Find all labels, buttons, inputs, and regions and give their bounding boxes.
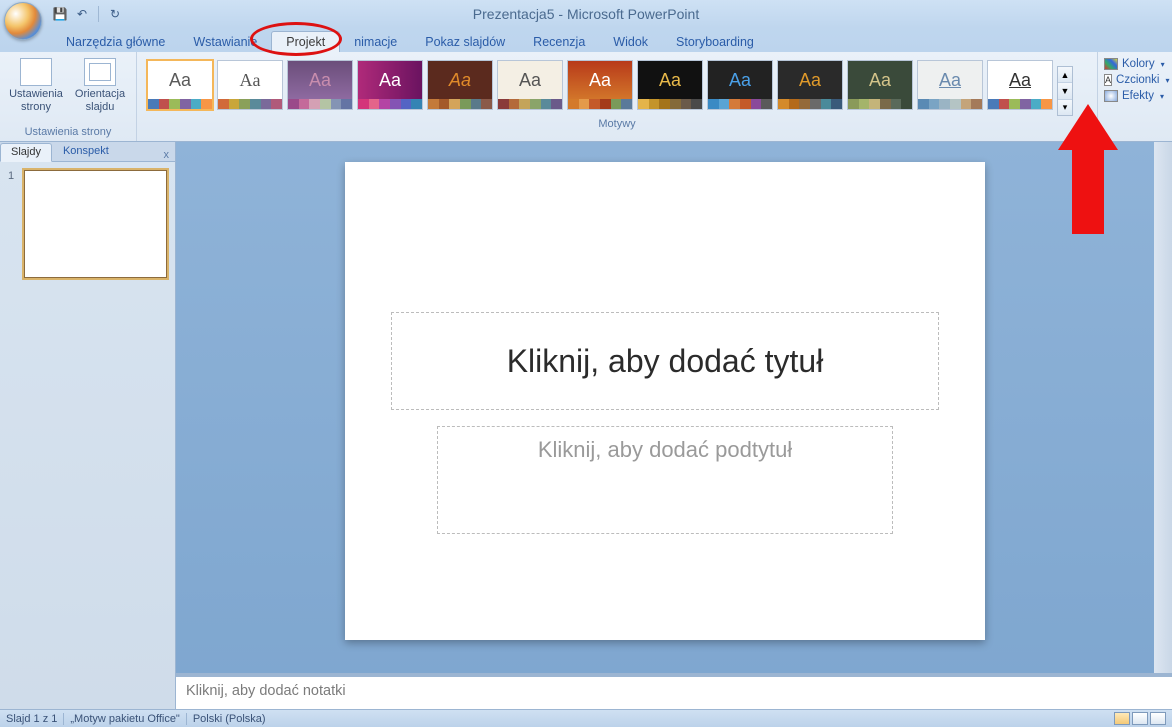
theme-item[interactable]: Aa bbox=[777, 60, 843, 110]
editor-area: Kliknij, aby dodać tytuł Kliknij, aby do… bbox=[176, 142, 1172, 709]
orientation-icon bbox=[84, 58, 116, 86]
view-sorter-button[interactable] bbox=[1132, 712, 1148, 725]
notes-pane[interactable]: Kliknij, aby dodać notatki bbox=[176, 673, 1172, 709]
theme-item[interactable]: Aa bbox=[357, 60, 423, 110]
group-themes: Aa Aa Aa Aa Aa Aa Aa Aa Aa Aa Aa Aa Aa ▲… bbox=[137, 52, 1098, 141]
colors-icon bbox=[1104, 58, 1118, 70]
thumbnail-number: 1 bbox=[8, 170, 18, 278]
vertical-scrollbar[interactable] bbox=[1154, 142, 1172, 673]
theme-sample-text: Aa bbox=[428, 61, 492, 99]
page-setup-button[interactable]: Ustawienia strony bbox=[6, 54, 66, 113]
save-icon[interactable]: 💾 bbox=[52, 6, 68, 22]
gallery-row-up-icon[interactable]: ▲ bbox=[1058, 67, 1072, 83]
colors-button[interactable]: Kolory ▾ bbox=[1104, 58, 1168, 70]
theme-item[interactable]: Aa bbox=[707, 60, 773, 110]
theme-item[interactable]: Aa bbox=[637, 60, 703, 110]
slides-panel-tabs: Slajdy Konspekt x bbox=[0, 142, 175, 162]
thumbnails-list: 1 bbox=[0, 162, 175, 709]
gallery-more-icon[interactable]: ▾ bbox=[1058, 100, 1072, 115]
status-language[interactable]: Polski (Polska) bbox=[193, 713, 266, 725]
theme-sample-text: Aa bbox=[358, 61, 422, 99]
fonts-button[interactable]: A Czcionki ▾ bbox=[1104, 74, 1168, 86]
ribbon-tabs: Narzędzia główne Wstawianie Projekt nima… bbox=[0, 28, 1172, 52]
status-slide-count: Slajd 1 z 1 bbox=[6, 713, 57, 725]
quick-access-toolbar: 💾 ↶ ↻ bbox=[52, 6, 123, 22]
chevron-down-icon: ▾ bbox=[1161, 60, 1165, 69]
view-normal-button[interactable] bbox=[1114, 712, 1130, 725]
effects-button[interactable]: Efekty ▾ bbox=[1104, 90, 1168, 102]
status-separator bbox=[63, 713, 64, 725]
qat-separator bbox=[98, 6, 99, 22]
subtitle-placeholder[interactable]: Kliknij, aby dodać podtytuł bbox=[437, 426, 893, 534]
theme-sample-text: Aa bbox=[498, 61, 562, 99]
theme-sample-text: Aa bbox=[778, 61, 842, 99]
theme-sample-text: Aa bbox=[288, 61, 352, 99]
theme-sample-text: Aa bbox=[988, 61, 1052, 99]
group-page-setup-label: Ustawienia strony bbox=[6, 124, 130, 141]
theme-item[interactable]: Aa bbox=[847, 60, 913, 110]
group-theme-variants: Kolory▾ ACzcionki▾ Efekty▾ bbox=[1098, 52, 1172, 141]
status-separator bbox=[186, 713, 187, 725]
tab-animations[interactable]: nimacje bbox=[340, 32, 411, 52]
title-placeholder[interactable]: Kliknij, aby dodać tytuł bbox=[391, 312, 939, 410]
chevron-down-icon: ▾ bbox=[1160, 92, 1164, 101]
tab-insert[interactable]: Wstawianie bbox=[179, 32, 271, 52]
colors-label: Kolory bbox=[1122, 58, 1155, 70]
undo-icon[interactable]: ↶ bbox=[74, 6, 90, 22]
page-setup-label: Ustawienia strony bbox=[6, 88, 66, 113]
theme-sample-text: Aa bbox=[638, 61, 702, 99]
thumbnail-item[interactable]: 1 bbox=[8, 170, 167, 278]
fonts-label: Czcionki bbox=[1116, 74, 1159, 86]
themes-gallery: Aa Aa Aa Aa Aa Aa Aa Aa Aa Aa Aa Aa Aa ▲… bbox=[143, 54, 1091, 116]
workspace: Slajdy Konspekt x 1 Kliknij, aby dodać t… bbox=[0, 142, 1172, 709]
tab-outline[interactable]: Konspekt bbox=[52, 142, 120, 161]
title-bar: 💾 ↶ ↻ Prezentacja5 - Microsoft PowerPoin… bbox=[0, 0, 1172, 28]
theme-item[interactable]: Aa bbox=[987, 60, 1053, 110]
chevron-down-icon: ▾ bbox=[1165, 76, 1169, 85]
tab-slides-thumbnails[interactable]: Slajdy bbox=[0, 143, 52, 162]
theme-item[interactable]: Aa bbox=[497, 60, 563, 110]
slide-canvas-area[interactable]: Kliknij, aby dodać tytuł Kliknij, aby do… bbox=[176, 142, 1154, 673]
thumbnail-preview[interactable] bbox=[24, 170, 167, 278]
gallery-row-down-icon[interactable]: ▼ bbox=[1058, 83, 1072, 99]
group-page-setup: Ustawienia strony Orientacja slajdu Usta… bbox=[0, 52, 137, 141]
ribbon: Ustawienia strony Orientacja slajdu Usta… bbox=[0, 52, 1172, 142]
fonts-icon: A bbox=[1104, 74, 1112, 86]
theme-item[interactable]: Aa bbox=[287, 60, 353, 110]
group-themes-label: Motywy bbox=[143, 116, 1091, 133]
theme-sample-text: Aa bbox=[918, 61, 982, 99]
status-bar: Slajd 1 z 1 „Motyw pakietu Office" Polsk… bbox=[0, 709, 1172, 727]
theme-sample-text: Aa bbox=[148, 61, 212, 99]
theme-office[interactable]: Aa bbox=[147, 60, 213, 110]
theme-item[interactable]: Aa bbox=[567, 60, 633, 110]
tab-design[interactable]: Projekt bbox=[271, 31, 340, 52]
theme-sample-text: Aa bbox=[708, 61, 772, 99]
slides-panel: Slajdy Konspekt x 1 bbox=[0, 142, 176, 709]
page-setup-icon bbox=[20, 58, 52, 86]
close-panel-icon[interactable]: x bbox=[158, 149, 176, 161]
themes-gallery-scroll[interactable]: ▲ ▼ ▾ bbox=[1057, 66, 1073, 116]
office-button[interactable] bbox=[4, 2, 42, 40]
tab-slideshow[interactable]: Pokaz slajdów bbox=[411, 32, 519, 52]
tab-storyboarding[interactable]: Storyboarding bbox=[662, 32, 768, 52]
theme-item[interactable]: Aa bbox=[217, 60, 283, 110]
view-slideshow-button[interactable] bbox=[1150, 712, 1166, 725]
theme-sample-text: Aa bbox=[218, 61, 282, 99]
status-right bbox=[1114, 712, 1166, 725]
slide-orientation-button[interactable]: Orientacja slajdu bbox=[70, 54, 130, 113]
theme-sample-text: Aa bbox=[568, 61, 632, 99]
window-title: Prezentacja5 - Microsoft PowerPoint bbox=[473, 6, 699, 22]
theme-item[interactable]: Aa bbox=[427, 60, 493, 110]
tab-review[interactable]: Recenzja bbox=[519, 32, 599, 52]
orientation-label: Orientacja slajdu bbox=[70, 88, 130, 113]
slide[interactable]: Kliknij, aby dodać tytuł Kliknij, aby do… bbox=[345, 162, 985, 640]
status-theme: „Motyw pakietu Office" bbox=[70, 713, 179, 725]
tab-view[interactable]: Widok bbox=[599, 32, 662, 52]
theme-sample-text: Aa bbox=[848, 61, 912, 99]
effects-icon bbox=[1104, 90, 1118, 102]
theme-item[interactable]: Aa bbox=[917, 60, 983, 110]
effects-label: Efekty bbox=[1122, 90, 1154, 102]
redo-icon[interactable]: ↻ bbox=[107, 6, 123, 22]
tab-home[interactable]: Narzędzia główne bbox=[52, 32, 179, 52]
